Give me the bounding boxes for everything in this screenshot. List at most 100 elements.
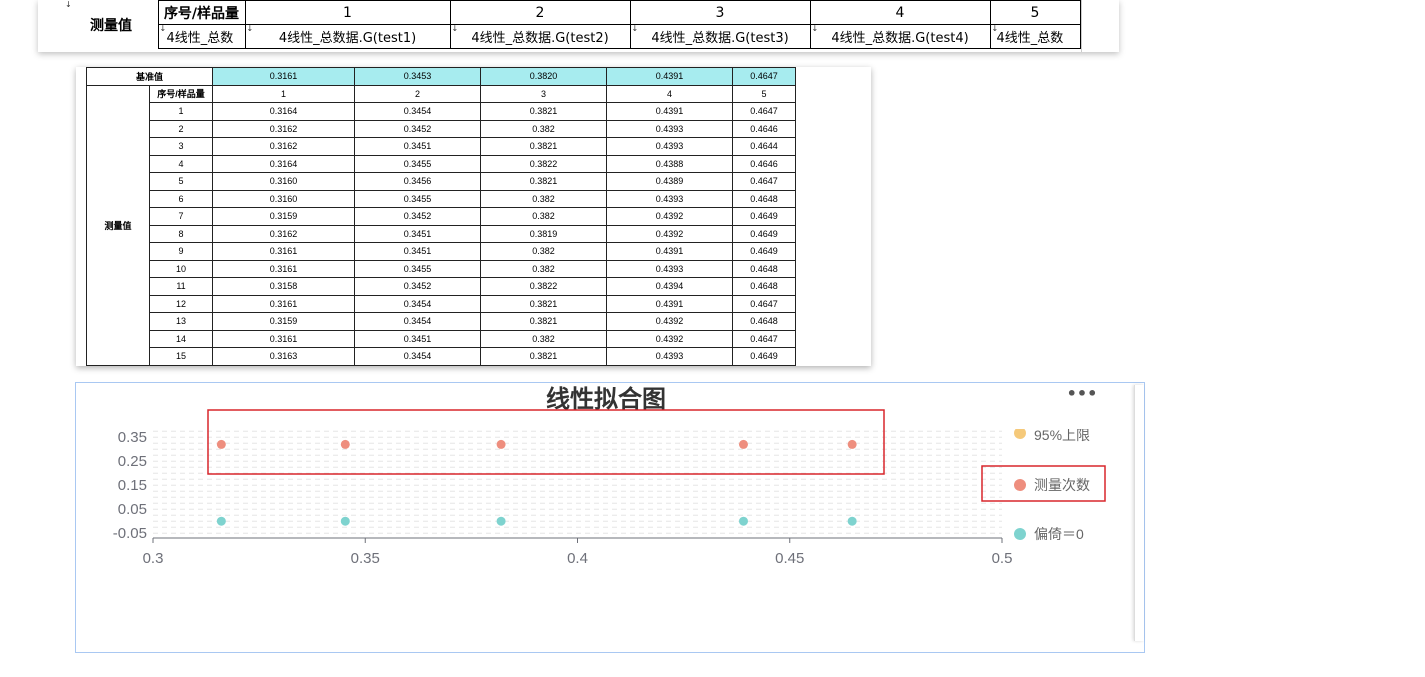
table-cell[interactable]: 0.3159 bbox=[212, 312, 355, 331]
reference-value[interactable]: 0.3820 bbox=[480, 67, 607, 86]
table-cell[interactable]: 0.3454 bbox=[354, 312, 481, 331]
table-cell[interactable]: 0.4393 bbox=[606, 189, 733, 208]
header-label[interactable]: 序号/样品量 bbox=[149, 84, 213, 103]
table-cell[interactable]: 0.4393 bbox=[606, 347, 733, 366]
table-cell[interactable]: 0.4648 bbox=[732, 259, 796, 278]
table-cell[interactable]: 0.3452 bbox=[354, 207, 481, 226]
table-cell[interactable]: 0.3158 bbox=[212, 277, 355, 296]
design-binding-2[interactable]: ↓ 4线性_总数据.G(test2) bbox=[449, 24, 631, 49]
table-cell[interactable]: 0.3451 bbox=[354, 137, 481, 156]
table-cell[interactable]: 0.3452 bbox=[354, 277, 481, 296]
table-cell[interactable]: 0.3454 bbox=[354, 102, 481, 121]
table-cell[interactable]: 0.4647 bbox=[732, 294, 796, 313]
table-cell[interactable]: 0.382 bbox=[480, 259, 607, 278]
reference-value[interactable]: 0.4647 bbox=[732, 67, 796, 86]
table-cell[interactable]: 0.4389 bbox=[606, 172, 733, 191]
table-cell[interactable]: 0.382 bbox=[480, 119, 607, 138]
table-cell[interactable]: 0.3455 bbox=[354, 154, 481, 173]
table-cell[interactable]: 0.3162 bbox=[212, 119, 355, 138]
table-cell[interactable]: 4 bbox=[149, 154, 213, 173]
table-cell[interactable]: 0.4647 bbox=[732, 102, 796, 121]
table-cell[interactable]: 0.4649 bbox=[732, 242, 796, 261]
column-header[interactable]: 4 bbox=[606, 84, 733, 103]
table-cell[interactable]: 0.3161 bbox=[212, 329, 355, 348]
table-cell[interactable]: 0.3160 bbox=[212, 189, 355, 208]
design-col-2[interactable]: 2 bbox=[449, 0, 631, 25]
design-col-4[interactable]: 4 bbox=[809, 0, 991, 25]
legend-label-1[interactable]: 偏倚＝0 bbox=[1034, 526, 1084, 542]
table-cell[interactable]: 0.382 bbox=[480, 329, 607, 348]
table-cell[interactable]: 3 bbox=[149, 137, 213, 156]
table-cell[interactable]: 10 bbox=[149, 259, 213, 278]
table-cell[interactable]: 15 bbox=[149, 347, 213, 366]
table-cell[interactable]: 0.4391 bbox=[606, 294, 733, 313]
chart-scrollbar[interactable] bbox=[1134, 385, 1144, 641]
table-cell[interactable]: 0.3163 bbox=[212, 347, 355, 366]
column-header[interactable]: 1 bbox=[212, 84, 355, 103]
table-cell[interactable]: 0.4392 bbox=[606, 207, 733, 226]
table-cell[interactable]: 0.3822 bbox=[480, 154, 607, 173]
table-cell[interactable]: 0.3162 bbox=[212, 224, 355, 243]
table-cell[interactable]: 0.4393 bbox=[606, 259, 733, 278]
table-cell[interactable]: 0.3161 bbox=[212, 242, 355, 261]
table-cell[interactable]: 0.4647 bbox=[732, 329, 796, 348]
table-cell[interactable]: 0.4646 bbox=[732, 154, 796, 173]
linear-fit-chart[interactable]: 线性拟合图 ••• 0.35 0.25 0.15 0.05 -0.05 0.3 0.35 0.4 0… bbox=[75, 382, 1145, 653]
legend-upper-limit-label[interactable]: 95%上限 bbox=[1034, 427, 1090, 443]
table-cell[interactable]: 0.3451 bbox=[354, 224, 481, 243]
design-binding-5[interactable]: ↓ 4线性_总数 bbox=[989, 24, 1081, 49]
design-binding-3[interactable]: ↓ 4线性_总数据.G(test3) bbox=[629, 24, 811, 49]
design-measure-cell-lower[interactable] bbox=[64, 24, 159, 49]
reference-value[interactable]: 0.3453 bbox=[354, 67, 481, 86]
table-cell[interactable]: 0.3159 bbox=[212, 207, 355, 226]
table-cell[interactable]: 0.4392 bbox=[606, 312, 733, 331]
table-cell[interactable]: 0.4394 bbox=[606, 277, 733, 296]
table-cell[interactable]: 0.3452 bbox=[354, 119, 481, 138]
table-cell[interactable]: 0.4393 bbox=[606, 119, 733, 138]
table-cell[interactable]: 0.3454 bbox=[354, 347, 481, 366]
column-header[interactable]: 2 bbox=[354, 84, 481, 103]
design-col-1[interactable]: 1 bbox=[244, 0, 451, 25]
column-header[interactable]: 5 bbox=[732, 84, 796, 103]
table-cell[interactable]: 0.3821 bbox=[480, 172, 607, 191]
table-cell[interactable]: 2 bbox=[149, 119, 213, 138]
table-cell[interactable]: 0.4646 bbox=[732, 119, 796, 138]
table-cell[interactable]: 0.3455 bbox=[354, 259, 481, 278]
table-cell[interactable]: 0.4393 bbox=[606, 137, 733, 156]
table-cell[interactable]: 8 bbox=[149, 224, 213, 243]
table-cell[interactable]: 5 bbox=[149, 172, 213, 191]
reference-label[interactable]: 基准值 bbox=[86, 67, 213, 86]
design-binding-1[interactable]: ↓ 4线性_总数据.G(test1) bbox=[244, 24, 451, 49]
table-cell[interactable]: 0.3456 bbox=[354, 172, 481, 191]
legend-label-0[interactable]: 测量次数 bbox=[1034, 477, 1090, 493]
table-cell[interactable]: 1 bbox=[149, 102, 213, 121]
table-cell[interactable]: 0.4391 bbox=[606, 102, 733, 121]
table-cell[interactable]: 0.3821 bbox=[480, 294, 607, 313]
table-cell[interactable]: 0.3455 bbox=[354, 189, 481, 208]
design-header-label[interactable]: 序号/样品量 bbox=[157, 0, 246, 25]
table-cell[interactable]: 0.4648 bbox=[732, 277, 796, 296]
table-cell[interactable]: 12 bbox=[149, 294, 213, 313]
table-cell[interactable]: 0.3822 bbox=[480, 277, 607, 296]
table-cell[interactable]: 7 bbox=[149, 207, 213, 226]
design-col-3[interactable]: 3 bbox=[629, 0, 811, 25]
table-cell[interactable]: 9 bbox=[149, 242, 213, 261]
table-cell[interactable]: 14 bbox=[149, 329, 213, 348]
column-header[interactable]: 3 bbox=[480, 84, 607, 103]
table-cell[interactable]: 0.3821 bbox=[480, 102, 607, 121]
table-cell[interactable]: 0.382 bbox=[480, 207, 607, 226]
table-cell[interactable]: 0.3819 bbox=[480, 224, 607, 243]
more-options-icon[interactable]: ••• bbox=[1067, 384, 1098, 403]
design-binding-first[interactable]: ↓ 4线性_总数 bbox=[157, 24, 246, 49]
design-col-5[interactable]: 5 bbox=[989, 0, 1081, 25]
table-cell[interactable]: 0.4644 bbox=[732, 137, 796, 156]
table-cell[interactable]: 0.3821 bbox=[480, 347, 607, 366]
table-cell[interactable]: 0.3821 bbox=[480, 137, 607, 156]
table-cell[interactable]: 11 bbox=[149, 277, 213, 296]
table-cell[interactable]: 0.3161 bbox=[212, 294, 355, 313]
design-measure-cell[interactable]: ↓ bbox=[64, 0, 159, 25]
table-cell[interactable]: 0.3454 bbox=[354, 294, 481, 313]
table-cell[interactable]: 0.3164 bbox=[212, 102, 355, 121]
table-cell[interactable]: 0.4388 bbox=[606, 154, 733, 173]
table-cell[interactable]: 0.382 bbox=[480, 242, 607, 261]
